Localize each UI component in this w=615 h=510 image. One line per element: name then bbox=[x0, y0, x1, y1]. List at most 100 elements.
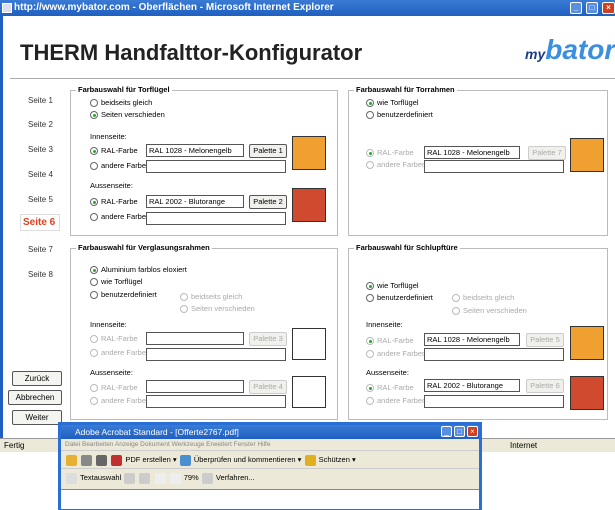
document-area[interactable] bbox=[61, 489, 479, 509]
radio-seiten-verschieden[interactable]: Seiten verschieden bbox=[90, 110, 165, 120]
back-button[interactable]: Zurück bbox=[12, 371, 62, 386]
radio-aluminium[interactable]: Aluminium farblos eloxiert bbox=[90, 265, 187, 275]
open-icon[interactable] bbox=[66, 454, 77, 466]
palette-5-button[interactable]: Palette 5 bbox=[526, 333, 564, 347]
protect-button[interactable]: Schützen bbox=[319, 455, 350, 464]
acrobat-title: Adobe Acrobat Standard - [Offerte2767.pd… bbox=[75, 427, 239, 437]
radio-other-outer[interactable]: andere Farben bbox=[90, 212, 150, 222]
radio-beidseits-gleich[interactable]: beidseits gleich bbox=[90, 98, 152, 108]
frame-color-swatch bbox=[570, 138, 604, 172]
review-button[interactable]: Überprüfen und kommentieren bbox=[194, 455, 296, 464]
acrobat-toolbar-1: PDF erstellen ▾ Überprüfen und kommentie… bbox=[61, 450, 479, 468]
rotate-icon[interactable] bbox=[201, 472, 213, 484]
radio-benutzerdefiniert[interactable]: benutzerdefiniert bbox=[90, 290, 157, 300]
nav-seite-6[interactable]: Seite 6 bbox=[20, 214, 60, 231]
close-icon[interactable]: × bbox=[467, 426, 478, 437]
door-inner-other-field[interactable] bbox=[424, 348, 564, 361]
glazing-outer-field[interactable] bbox=[146, 380, 244, 393]
divider bbox=[10, 78, 615, 79]
frame-other-field[interactable] bbox=[424, 160, 564, 173]
radio-ral-frame[interactable]: RAL-Farbe bbox=[366, 148, 414, 158]
next-button[interactable]: Weiter bbox=[12, 410, 62, 425]
label-innenseite: Innenseite: bbox=[90, 132, 127, 141]
outer-color-field[interactable]: RAL 2002 - Blutorange bbox=[146, 195, 244, 208]
acrobat-menu[interactable]: Datei Bearbeiten Anzeige Dokument Werkze… bbox=[61, 439, 479, 450]
radio-ral-inner[interactable]: RAL-Farbe bbox=[90, 146, 138, 156]
procedures-button[interactable]: Verfahren... bbox=[216, 473, 255, 482]
inner-other-field[interactable] bbox=[146, 160, 286, 173]
palette-1-button[interactable]: Palette 1 bbox=[249, 144, 287, 158]
palette-4-button[interactable]: Palette 4 bbox=[249, 380, 287, 394]
radio-other-frame[interactable]: andere Farben bbox=[366, 160, 426, 170]
lock-icon bbox=[304, 454, 316, 466]
maximize-icon[interactable]: □ bbox=[454, 426, 465, 437]
palette-6-button[interactable]: Palette 6 bbox=[526, 379, 564, 393]
snapshot-icon[interactable] bbox=[124, 472, 136, 484]
radio-ral-outer[interactable]: RAL-Farbe bbox=[366, 383, 414, 393]
radio-other-inner[interactable]: andere Farben bbox=[366, 349, 426, 359]
close-icon[interactable]: × bbox=[602, 2, 615, 14]
door-outer-other-field[interactable] bbox=[424, 395, 564, 408]
pdf-create-button[interactable]: PDF erstellen bbox=[125, 455, 170, 464]
radio-other-inner[interactable]: andere Farben bbox=[90, 161, 150, 171]
ie-title-bar: http://www.mybator.com - Oberflächen - M… bbox=[0, 0, 615, 16]
outer-other-field[interactable] bbox=[146, 212, 286, 225]
label-innenseite: Innenseite: bbox=[90, 320, 127, 329]
radio-other-outer[interactable]: andere Farben bbox=[366, 396, 426, 406]
maximize-icon[interactable]: □ bbox=[586, 2, 598, 14]
fit-icon[interactable] bbox=[169, 472, 181, 484]
palette-3-button[interactable]: Palette 3 bbox=[249, 332, 287, 346]
radio-beidseits-gleich[interactable]: beidseits gleich bbox=[452, 293, 514, 303]
radio-ral-outer[interactable]: RAL-Farbe bbox=[90, 197, 138, 207]
cancel-button[interactable]: Abbrechen bbox=[8, 390, 62, 405]
minimize-icon[interactable]: _ bbox=[441, 426, 452, 437]
outer-color-swatch bbox=[292, 188, 326, 222]
radio-seiten-verschieden[interactable]: Seiten verschieden bbox=[452, 306, 527, 316]
door-outer-field[interactable]: RAL 2002 - Blutorange bbox=[424, 379, 520, 392]
glazing-inner-other-field[interactable] bbox=[146, 348, 286, 361]
inner-color-field[interactable]: RAL 1028 - Melonengelb bbox=[146, 144, 244, 157]
status-ready: Fertig bbox=[4, 441, 25, 450]
mybator-logo: mybator bbox=[525, 34, 615, 65]
page-icon[interactable] bbox=[154, 472, 166, 484]
acrobat-window[interactable]: Adobe Acrobat Standard - [Offerte2767.pd… bbox=[58, 422, 482, 510]
label-aussenseite: Aussenseite: bbox=[90, 181, 133, 190]
glazing-inner-swatch bbox=[292, 328, 326, 360]
radio-benutzerdefiniert[interactable]: benutzerdefiniert bbox=[366, 293, 433, 303]
group-title: Farbauswahl für Torflügel bbox=[76, 85, 172, 94]
hand-icon[interactable] bbox=[66, 472, 77, 484]
door-inner-field[interactable]: RAL 1028 - Melonengelb bbox=[424, 333, 520, 346]
radio-wie-torfluegel[interactable]: wie Torflügel bbox=[90, 277, 143, 287]
door-outer-swatch bbox=[570, 376, 604, 410]
radio-ral-outer[interactable]: RAL-Farbe bbox=[90, 383, 138, 393]
glazing-inner-field[interactable] bbox=[146, 332, 244, 345]
acrobat-title-bar: Adobe Acrobat Standard - [Offerte2767.pd… bbox=[61, 425, 479, 439]
zoom-icon[interactable] bbox=[139, 472, 151, 484]
radio-benutzerdefiniert[interactable]: benutzerdefiniert bbox=[366, 110, 433, 120]
pdf-icon bbox=[111, 454, 123, 466]
glazing-outer-other-field[interactable] bbox=[146, 395, 286, 408]
radio-ral-inner[interactable]: RAL-Farbe bbox=[366, 336, 414, 346]
ie-icon bbox=[2, 3, 12, 13]
palette-7-button[interactable]: Palette 7 bbox=[528, 146, 566, 160]
acrobat-toolbar-2: Textauswahl 79% Verfahren... bbox=[61, 468, 479, 486]
internet-zone: Internet bbox=[510, 441, 538, 450]
text-select-tool[interactable]: Textauswahl bbox=[80, 473, 121, 482]
minimize-icon[interactable]: _ bbox=[570, 2, 582, 14]
frame-color-field[interactable]: RAL 1028 - Melonengelb bbox=[424, 146, 520, 159]
door-inner-swatch bbox=[570, 326, 604, 360]
group-title: Farbauswahl für Torrahmen bbox=[354, 85, 457, 94]
palette-2-button[interactable]: Palette 2 bbox=[249, 195, 287, 209]
radio-other-outer[interactable]: andere Farben bbox=[90, 396, 150, 406]
save-icon[interactable] bbox=[81, 454, 93, 466]
print-icon[interactable] bbox=[96, 454, 108, 466]
radio-seiten-verschieden[interactable]: Seiten verschieden bbox=[180, 304, 255, 314]
zoom-level[interactable]: 79% bbox=[184, 473, 199, 482]
radio-other-inner[interactable]: andere Farben bbox=[90, 348, 150, 358]
radio-ral-inner[interactable]: RAL-Farbe bbox=[90, 334, 138, 344]
radio-beidseits-gleich[interactable]: beidseits gleich bbox=[180, 292, 242, 302]
group-title: Farbauswahl für Schlupftüre bbox=[354, 243, 460, 252]
radio-wie-torfluegel[interactable]: wie Torflügel bbox=[366, 98, 419, 108]
radio-wie-torfluegel[interactable]: wie Torflügel bbox=[366, 281, 419, 291]
label-aussenseite: Aussenseite: bbox=[90, 368, 133, 377]
